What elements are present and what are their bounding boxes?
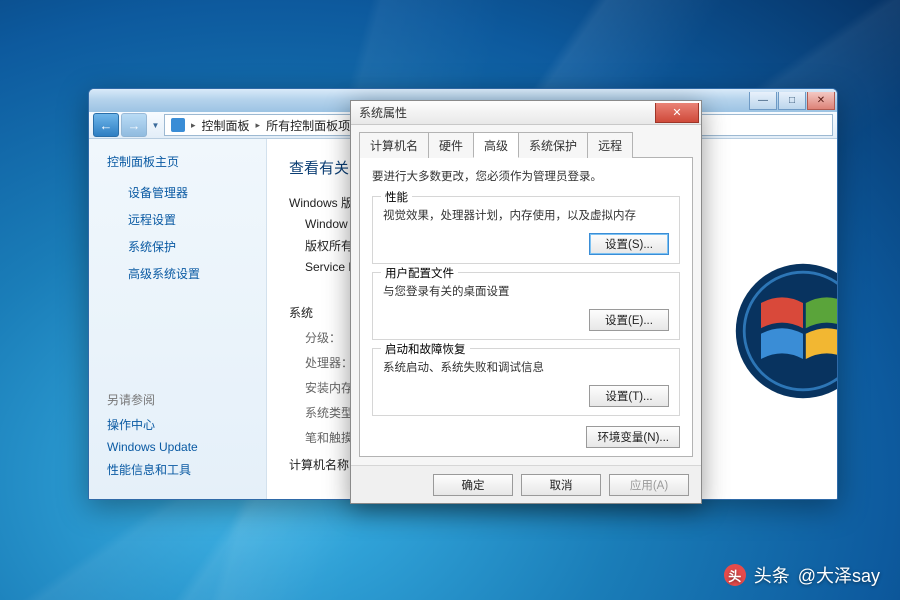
maximize-icon: □: [789, 95, 795, 106]
sidebar-link-performance[interactable]: 性能信息和工具: [107, 461, 250, 478]
apply-button[interactable]: 应用(A): [609, 474, 689, 496]
group-desc: 视觉效果，处理器计划，内存使用，以及虚拟内存: [383, 207, 669, 223]
cancel-button[interactable]: 取消: [521, 474, 601, 496]
tab-system-protection[interactable]: 系统保护: [518, 132, 588, 158]
tab-hardware[interactable]: 硬件: [428, 132, 474, 158]
sidebar-item-label: 高级系统设置: [128, 265, 200, 282]
watermark-handle: @大泽say: [798, 562, 880, 588]
startup-settings-button[interactable]: 设置(T)...: [589, 385, 669, 407]
control-panel-icon: [171, 118, 185, 132]
sidebar-item-label: 远程设置: [128, 211, 176, 228]
dialog-close-button[interactable]: ✕: [655, 103, 699, 123]
watermark: 头 头条 @大泽say: [724, 562, 880, 588]
shield-icon: [107, 240, 121, 254]
sidebar-item-label: 设备管理器: [128, 184, 188, 201]
group-startup-recovery: 启动和故障恢复 系统启动、系统失败和调试信息 设置(T)...: [372, 348, 680, 416]
close-icon: ✕: [817, 95, 825, 106]
shield-icon: [107, 186, 121, 200]
shield-icon: [107, 267, 121, 281]
group-desc: 与您登录有关的桌面设置: [383, 283, 669, 299]
dialog-title: 系统属性: [359, 104, 407, 121]
sidebar-link-action-center[interactable]: 操作中心: [107, 416, 250, 433]
chevron-down-icon: ▼: [152, 121, 160, 130]
dialog-footer: 确定 取消 应用(A): [351, 465, 701, 503]
sidebar-item-system-protection[interactable]: 系统保护: [107, 238, 250, 255]
group-title: 性能: [381, 189, 412, 205]
sidebar-item-remote-settings[interactable]: 远程设置: [107, 211, 250, 228]
ok-button[interactable]: 确定: [433, 474, 513, 496]
system-properties-dialog: 系统属性 ✕ 计算机名 硬件 高级 系统保护 远程 要进行大多数更改，您必须作为…: [350, 100, 702, 504]
minimize-icon: —: [758, 95, 768, 106]
back-button[interactable]: ←: [93, 113, 119, 137]
close-icon: ✕: [672, 106, 681, 119]
group-title: 用户配置文件: [381, 265, 458, 281]
arrow-left-icon: ←: [100, 118, 113, 133]
watermark-prefix: 头条: [754, 562, 790, 588]
dialog-titlebar: 系统属性 ✕: [351, 101, 701, 125]
breadcrumb-separator: ▸: [256, 120, 261, 131]
sidebar-link-windows-update[interactable]: Windows Update: [107, 440, 250, 454]
sidebar-item-label: 系统保护: [128, 238, 176, 255]
breadcrumb-separator: ▸: [191, 120, 196, 131]
shield-icon: [107, 213, 121, 227]
sidebar: 控制面板主页 设备管理器 远程设置 系统保护 高级系统设置 另请参阅 操作中心 …: [89, 139, 267, 499]
sidebar-home-link[interactable]: 控制面板主页: [107, 153, 250, 170]
sidebar-related-title: 另请参阅: [107, 391, 250, 408]
group-desc: 系统启动、系统失败和调试信息: [383, 359, 669, 375]
tab-remote[interactable]: 远程: [587, 132, 633, 158]
tab-strip: 计算机名 硬件 高级 系统保护 远程: [351, 125, 701, 157]
sidebar-item-device-manager[interactable]: 设备管理器: [107, 184, 250, 201]
group-performance: 性能 视觉效果，处理器计划，内存使用，以及虚拟内存 设置(S)...: [372, 196, 680, 264]
sidebar-item-advanced-system[interactable]: 高级系统设置: [107, 265, 250, 282]
minimize-button[interactable]: —: [749, 92, 777, 110]
group-user-profiles: 用户配置文件 与您登录有关的桌面设置 设置(E)...: [372, 272, 680, 340]
performance-settings-button[interactable]: 设置(S)...: [589, 233, 669, 255]
close-button[interactable]: ✕: [807, 92, 835, 110]
forward-button[interactable]: →: [121, 113, 147, 137]
environment-variables-button[interactable]: 环境变量(N)...: [586, 426, 680, 448]
group-title: 启动和故障恢复: [381, 341, 470, 357]
breadcrumb-seg-1[interactable]: 控制面板: [202, 117, 250, 134]
toutiao-icon: 头: [724, 564, 746, 586]
admin-hint: 要进行大多数更改，您必须作为管理员登录。: [372, 168, 680, 184]
tab-computer-name[interactable]: 计算机名: [359, 132, 429, 158]
maximize-button[interactable]: □: [778, 92, 806, 110]
userprofile-settings-button[interactable]: 设置(E)...: [589, 309, 669, 331]
tab-panel-advanced: 要进行大多数更改，您必须作为管理员登录。 性能 视觉效果，处理器计划，内存使用，…: [359, 157, 693, 457]
history-dropdown[interactable]: ▼: [149, 113, 162, 137]
windows-logo-icon: [733, 261, 838, 401]
breadcrumb-seg-2[interactable]: 所有控制面板项: [266, 117, 350, 134]
arrow-right-icon: →: [128, 118, 141, 133]
tab-advanced[interactable]: 高级: [473, 132, 519, 158]
